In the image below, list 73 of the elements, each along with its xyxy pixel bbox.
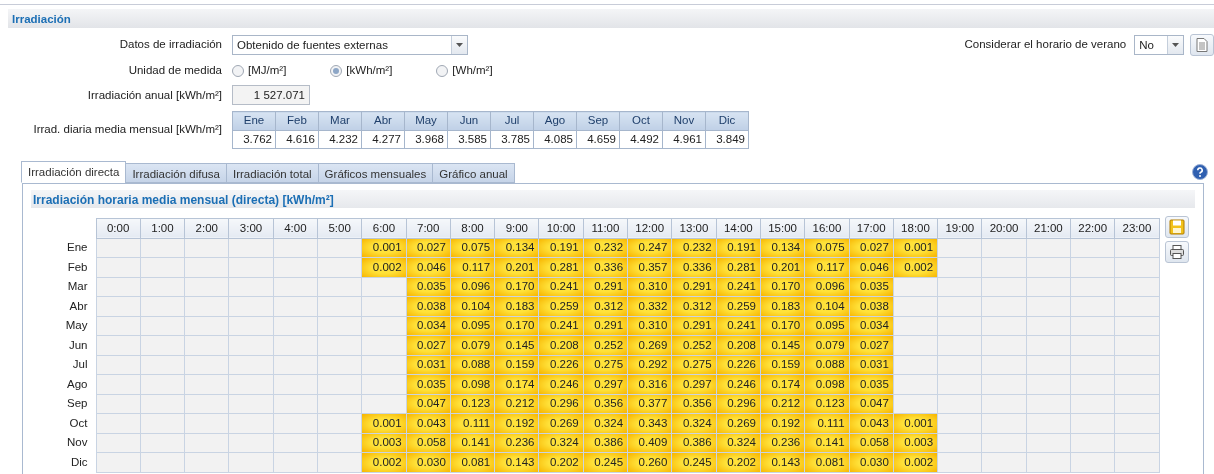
column-header: 23:00 — [1114, 218, 1160, 239]
field-label: Irradiación anual [kWh/m²] — [86, 87, 222, 103]
column-header: Ago — [533, 111, 577, 130]
column-header: Ene — [232, 111, 276, 130]
column-header: Dic — [705, 111, 749, 130]
table-cell: 3.585 — [447, 130, 491, 149]
document-icon — [1196, 38, 1208, 52]
column-header: 20:00 — [981, 218, 1027, 239]
radio-option[interactable]: [Wh/m²] — [436, 62, 493, 80]
column-header: 18:00 — [893, 218, 938, 239]
table-cell: 3.762 — [232, 130, 276, 149]
table-cell: 4.232 — [318, 130, 362, 149]
field-label: Datos de irradiación — [118, 37, 222, 53]
table-cell: 4.492 — [619, 130, 663, 149]
section-title: Irradiación — [8, 9, 1214, 28]
column-header: 1:00 — [140, 218, 185, 239]
column-header: 11:00 — [583, 218, 628, 239]
column-header: Feb — [275, 111, 319, 130]
panel-title: Irradiación horaria media mensual (directa) [kWh/m²] — [31, 189, 1195, 208]
column-header: 21:00 — [1026, 218, 1071, 239]
field-label: Unidad de medida — [127, 63, 222, 78]
table-cell: 4.659 — [576, 130, 620, 149]
column-header: Sep — [576, 111, 620, 130]
field-label: Considerar el horario de verano — [964, 37, 1127, 53]
print-button[interactable] — [1165, 241, 1190, 264]
notes-button[interactable] — [1190, 34, 1214, 56]
table-cell: 4.277 — [361, 130, 405, 149]
column-header: 13:00 — [671, 218, 717, 239]
column-header: 12:00 — [627, 218, 672, 239]
column-header: Oct — [619, 111, 663, 130]
column-header: 10:00 — [538, 218, 584, 239]
dropdown-arrow-icon — [1172, 43, 1180, 47]
column-header: 17:00 — [849, 218, 894, 239]
tab[interactable]: Irradiación directa — [21, 160, 127, 183]
radio-option[interactable]: [kWh/m²] — [330, 62, 393, 80]
tab[interactable]: Gráfico anual — [432, 162, 515, 183]
column-header: Jun — [447, 111, 491, 130]
annual-value-field: 1 527.071 — [232, 85, 310, 106]
daylight-saving-dropdown[interactable]: No — [1134, 35, 1185, 55]
column-header: 4:00 — [273, 218, 318, 239]
table-cell: 4.961 — [662, 130, 706, 149]
tab[interactable]: Gráficos mensuales — [317, 162, 434, 183]
column-header: Abr — [361, 111, 405, 130]
column-header: 14:00 — [716, 218, 761, 239]
table-cell: 3.849 — [705, 130, 749, 149]
column-header: 22:00 — [1070, 218, 1115, 239]
column-header: 6:00 — [361, 218, 407, 239]
column-header: Jul — [490, 111, 534, 130]
table-cell: 4.616 — [275, 130, 319, 149]
help-icon[interactable] — [1192, 163, 1209, 180]
column-header: May — [404, 111, 448, 130]
printer-icon — [1169, 244, 1186, 261]
column-header: 7:00 — [406, 218, 451, 239]
table-cell: 4.085 — [533, 130, 577, 149]
column-header: Mar — [318, 111, 362, 130]
dropdown-arrow-icon — [456, 43, 463, 47]
column-header: 15:00 — [760, 218, 805, 239]
column-header: 5:00 — [317, 218, 362, 239]
column-header: 19:00 — [937, 218, 982, 239]
table-cell: 3.785 — [490, 130, 534, 149]
tab[interactable]: Irradiación total — [226, 162, 319, 183]
tab[interactable]: Irradiación difusa — [125, 162, 227, 183]
radio-option[interactable]: [MJ/m²] — [232, 62, 287, 80]
column-header: 3:00 — [228, 218, 274, 239]
column-header: Nov — [662, 111, 706, 130]
table-cell: 3.968 — [404, 130, 448, 149]
column-header: 8:00 — [450, 218, 495, 239]
field-label: Irrad. diaria media mensual [kWh/m²] — [32, 122, 222, 138]
column-header: 16:00 — [804, 218, 850, 239]
column-header: 0:00 — [96, 218, 141, 239]
column-header: 9:00 — [494, 218, 539, 239]
source-dropdown[interactable]: Obtenido de fuentes externas — [232, 35, 468, 55]
column-header: 2:00 — [184, 218, 229, 239]
